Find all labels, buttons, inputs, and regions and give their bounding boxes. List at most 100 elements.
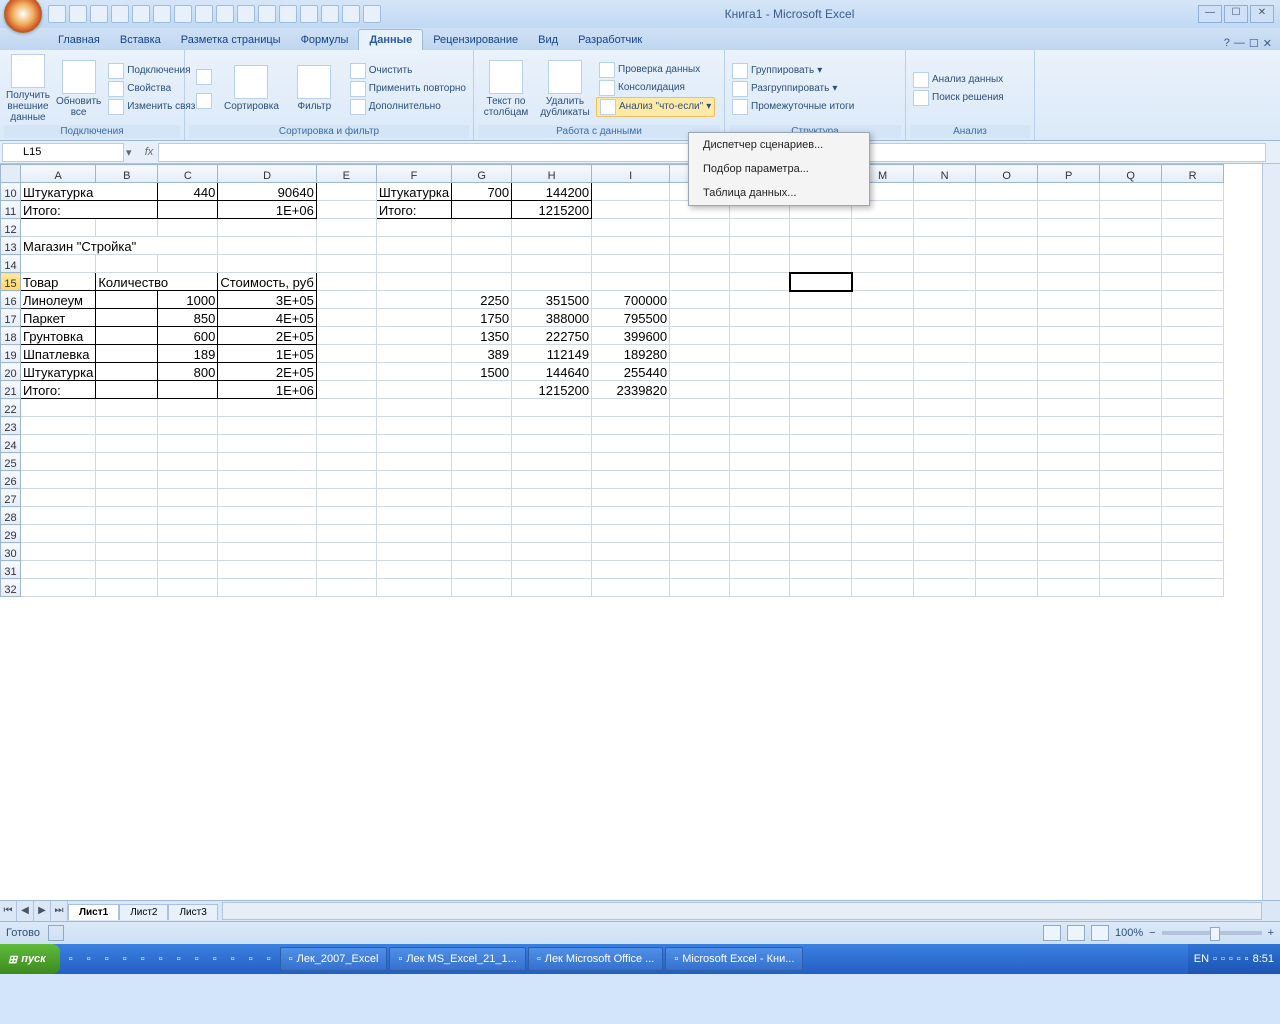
cell[interactable] <box>914 543 976 561</box>
cell[interactable] <box>976 345 1038 363</box>
clear-filter-button[interactable]: Очистить <box>347 62 469 80</box>
sheet-tab[interactable]: Лист1 <box>68 904 119 920</box>
cell[interactable] <box>96 309 158 327</box>
cell[interactable] <box>670 453 730 471</box>
cell[interactable] <box>730 309 790 327</box>
cell[interactable] <box>976 579 1038 597</box>
cell[interactable] <box>316 435 376 453</box>
cell[interactable] <box>376 219 451 237</box>
cell[interactable] <box>592 201 670 219</box>
cell[interactable]: Товар <box>21 273 96 291</box>
ql-icon[interactable]: ▫ <box>188 948 206 970</box>
cell[interactable] <box>316 453 376 471</box>
filter-button[interactable]: Фильтр <box>284 63 345 114</box>
get-external-data-button[interactable]: Получить внешние данные <box>4 52 52 125</box>
cell[interactable] <box>452 255 512 273</box>
cell[interactable] <box>376 489 451 507</box>
cell[interactable] <box>158 489 218 507</box>
cell[interactable] <box>976 237 1038 255</box>
row-header[interactable]: 13 <box>1 237 21 255</box>
cell[interactable] <box>376 525 451 543</box>
cell[interactable] <box>96 561 158 579</box>
cell[interactable] <box>452 489 512 507</box>
column-header[interactable]: C <box>158 165 218 183</box>
tab-nav-prev-icon[interactable]: ◀ <box>17 901 34 921</box>
cell[interactable] <box>852 561 914 579</box>
cell[interactable] <box>790 309 852 327</box>
cell[interactable] <box>21 417 96 435</box>
cell[interactable] <box>218 561 316 579</box>
tab-nav-first-icon[interactable]: ⏮ <box>0 901 17 921</box>
cell[interactable] <box>1100 471 1162 489</box>
cell[interactable]: 1E+06 <box>218 381 316 399</box>
cell[interactable] <box>452 525 512 543</box>
column-header[interactable]: D <box>218 165 316 183</box>
cell[interactable] <box>218 525 316 543</box>
cell[interactable] <box>452 561 512 579</box>
cell[interactable] <box>730 543 790 561</box>
cell[interactable] <box>976 255 1038 273</box>
row-header[interactable]: 25 <box>1 453 21 471</box>
cell[interactable] <box>852 309 914 327</box>
cell[interactable] <box>218 219 316 237</box>
cell[interactable] <box>376 291 451 309</box>
cell[interactable] <box>96 489 158 507</box>
cell[interactable] <box>670 255 730 273</box>
horizontal-scrollbar[interactable] <box>222 902 1262 920</box>
cell[interactable] <box>316 579 376 597</box>
cell[interactable] <box>512 219 592 237</box>
column-header[interactable]: Q <box>1100 165 1162 183</box>
cell[interactable] <box>21 489 96 507</box>
cell[interactable] <box>452 399 512 417</box>
cell[interactable] <box>670 525 730 543</box>
cell[interactable] <box>1100 327 1162 345</box>
cell[interactable] <box>976 417 1038 435</box>
cell[interactable] <box>976 291 1038 309</box>
qat-icon[interactable] <box>153 5 171 23</box>
cell[interactable] <box>790 543 852 561</box>
cell[interactable] <box>158 579 218 597</box>
help-icon[interactable]: ? <box>1224 37 1230 50</box>
cell[interactable]: 700 <box>452 183 512 201</box>
cell[interactable] <box>914 471 976 489</box>
cell[interactable] <box>21 219 96 237</box>
cell[interactable] <box>790 399 852 417</box>
ribbon-tab[interactable]: Данные <box>358 29 423 50</box>
column-header[interactable]: A <box>21 165 96 183</box>
cell[interactable] <box>790 219 852 237</box>
ungroup-button[interactable]: Разгруппировать ▾ <box>729 80 857 98</box>
cell[interactable] <box>1162 291 1224 309</box>
menu-item[interactable]: Таблица данных... <box>689 181 869 205</box>
cell[interactable]: 144640 <box>512 363 592 381</box>
cell[interactable] <box>96 291 158 309</box>
cell[interactable]: Итого: <box>376 201 451 219</box>
cell[interactable] <box>1038 399 1100 417</box>
cell[interactable] <box>158 561 218 579</box>
qat-sort-desc-icon[interactable] <box>132 5 150 23</box>
cell[interactable] <box>592 237 670 255</box>
cell[interactable]: 389 <box>452 345 512 363</box>
cell[interactable] <box>512 507 592 525</box>
qat-undo-icon[interactable] <box>69 5 87 23</box>
cell[interactable] <box>316 309 376 327</box>
cell[interactable] <box>914 291 976 309</box>
cell[interactable] <box>1162 435 1224 453</box>
cell[interactable] <box>670 507 730 525</box>
cell[interactable] <box>1100 255 1162 273</box>
cell[interactable] <box>670 435 730 453</box>
row-header[interactable]: 14 <box>1 255 21 273</box>
cell[interactable]: 1215200 <box>512 201 592 219</box>
cell[interactable] <box>976 309 1038 327</box>
zoom-in-icon[interactable]: + <box>1268 927 1274 939</box>
row-header[interactable]: 15 <box>1 273 21 291</box>
cell[interactable] <box>730 273 790 291</box>
cell[interactable] <box>96 507 158 525</box>
menu-item[interactable]: Диспетчер сценариев... <box>689 133 869 157</box>
cell[interactable] <box>452 417 512 435</box>
cell[interactable] <box>670 471 730 489</box>
minimize-button[interactable]: — <box>1198 5 1222 23</box>
group-button[interactable]: Группировать ▾ <box>729 62 857 80</box>
qat-sort-asc-icon[interactable] <box>111 5 129 23</box>
cell[interactable] <box>790 363 852 381</box>
cell[interactable] <box>976 453 1038 471</box>
